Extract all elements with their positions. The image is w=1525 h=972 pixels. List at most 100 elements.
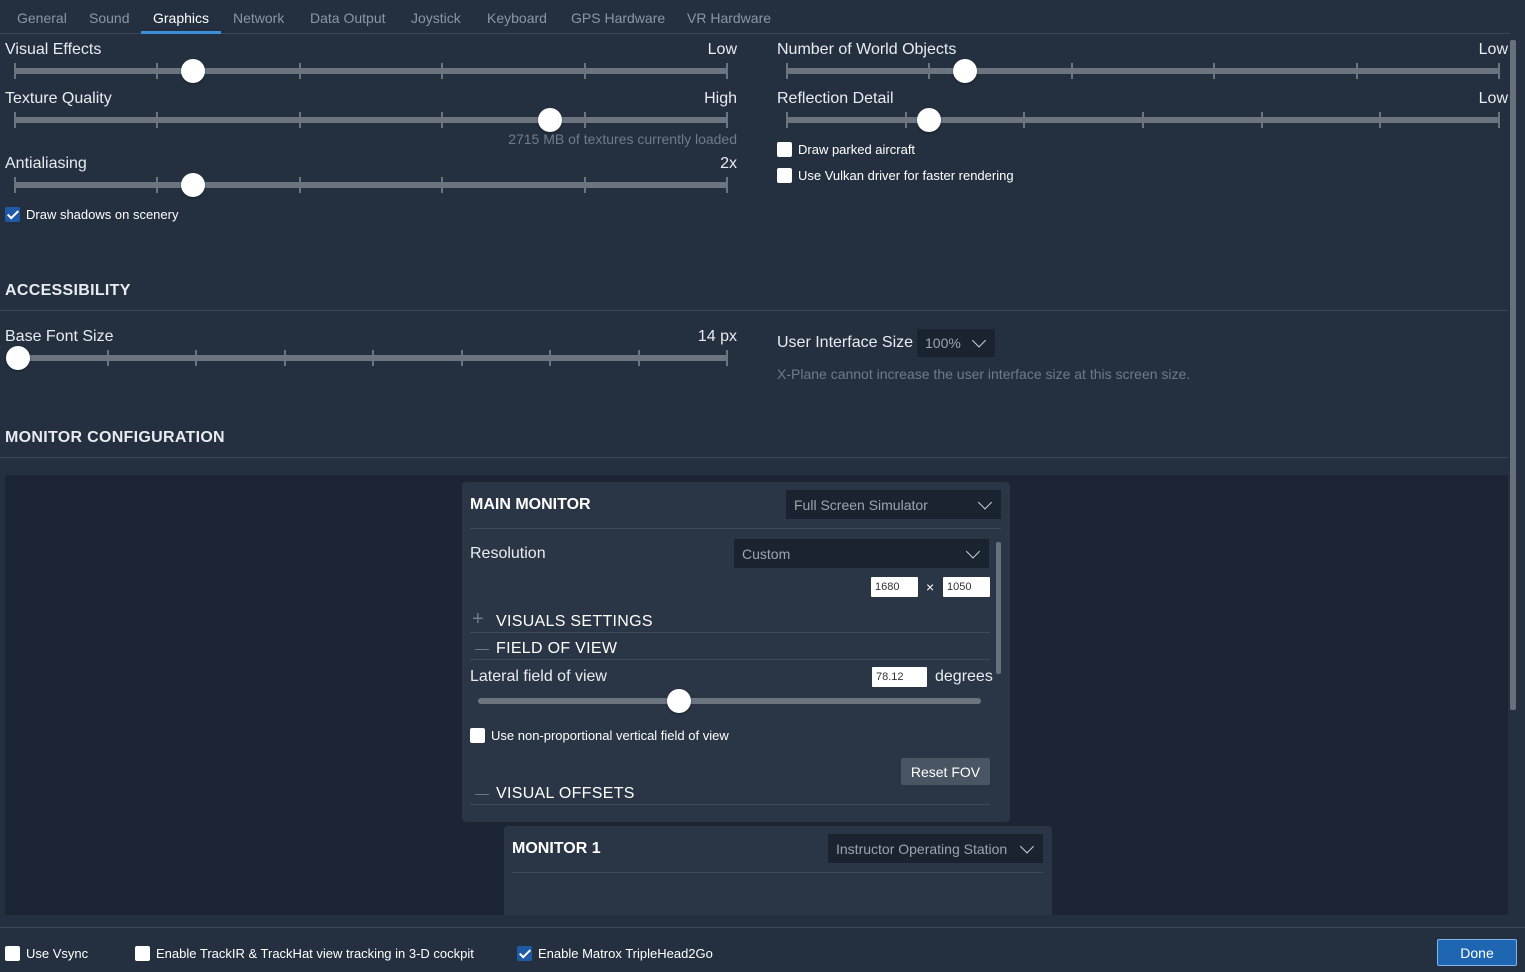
main-monitor-title: MAIN MONITOR [470,496,591,513]
world-objects-slider[interactable] [786,59,1500,83]
antialiasing-slider[interactable] [14,173,728,197]
reflection-detail-slider[interactable] [786,108,1500,132]
panel-divider [470,632,990,633]
collapse-minus-icon[interactable]: — [475,785,489,801]
visuals-settings-heading[interactable]: VISUALS SETTINGS [496,613,653,631]
slider-tick [726,112,728,128]
slider-track [14,182,728,188]
ui-size-dropdown[interactable]: 100% [917,329,995,357]
lateral-fov-slider[interactable] [478,689,981,713]
lateral-fov-input[interactable]: 78.12 [872,667,927,687]
slider-knob[interactable] [952,59,977,83]
slider-tick [726,177,728,193]
panel-divider [512,872,1043,873]
slider-knob[interactable] [180,59,205,83]
monitor-1-panel[interactable]: MONITOR 1 Instructor Operating Station [504,826,1052,915]
antialiasing-label: Antialiasing [5,155,87,172]
checkbox-unchecked-icon[interactable] [470,727,485,743]
resolution-width-input[interactable]: 1680 [871,577,918,597]
chevron-down-icon [977,494,993,510]
panel-scrollbar[interactable] [996,542,1001,674]
draw-shadows-checkbox[interactable]: Draw shadows on scenery [5,206,178,222]
draw-shadows-label: Draw shadows on scenery [26,206,179,222]
slider-tick [441,112,443,128]
slider-tick [156,112,158,128]
monitor-1-title: MONITOR 1 [512,840,601,857]
matrox-checkbox[interactable]: Enable Matrox TripleHead2Go [517,945,713,961]
slider-tick [156,63,158,79]
tab-vr-hardware[interactable]: VR Hardware [687,10,771,26]
slider-tick [299,112,301,128]
slider-knob[interactable] [180,173,205,197]
checkbox-checked-icon[interactable] [517,945,532,961]
tab-network[interactable]: Network [233,10,284,26]
panel-divider [470,528,1001,529]
page-scrollbar[interactable] [1510,40,1516,710]
chevron-down-icon [1019,838,1035,854]
checkbox-unchecked-icon[interactable] [777,141,792,157]
slider-tick [1356,63,1358,79]
main-monitor-panel[interactable]: MAIN MONITOR Full Screen Simulator Resol… [462,482,1010,822]
monitor-1-mode-dropdown[interactable]: Instructor Operating Station [828,834,1043,863]
main-monitor-mode-dropdown[interactable]: Full Screen Simulator [786,490,1001,519]
accessibility-divider [0,310,1508,311]
slider-tick [905,112,907,128]
slider-tick [1379,112,1381,128]
slider-tick [928,63,930,79]
resolution-dropdown[interactable]: Custom [734,539,989,568]
slider-knob[interactable] [6,346,30,370]
texture-quality-slider[interactable] [14,108,728,132]
expand-plus-icon[interactable]: + [472,609,484,629]
vsync-checkbox[interactable]: Use Vsync [5,945,88,961]
tab-keyboard[interactable]: Keyboard [487,10,547,26]
checkbox-unchecked-icon[interactable] [5,945,20,961]
slider-tick [461,350,463,366]
slider-tick [1071,63,1073,79]
checkbox-checked-icon[interactable] [5,206,20,222]
reflection-detail-label: Reflection Detail [777,90,894,107]
slider-tick [1261,112,1263,128]
done-button[interactable]: Done [1437,939,1517,966]
slider-tick [584,112,586,128]
tab-joystick[interactable]: Joystick [411,10,461,26]
slider-tick [1023,112,1025,128]
slider-tick [299,177,301,193]
tab-gps-hardware[interactable]: GPS Hardware [571,10,665,26]
slider-knob[interactable] [667,689,692,713]
tab-general[interactable]: General [17,10,67,26]
slider-knob[interactable] [537,108,562,132]
slider-tick [372,350,374,366]
field-of-view-heading[interactable]: FIELD OF VIEW [496,640,617,658]
visual-effects-label: Visual Effects [5,41,102,58]
slider-tick [1213,63,1215,79]
base-font-size-label: Base Font Size [5,328,114,345]
base-font-size-value: 14 px [697,328,737,345]
slider-tick [14,63,16,79]
tab-graphics[interactable]: Graphics [153,10,209,26]
base-font-size-slider[interactable] [6,346,728,370]
slider-track [14,117,728,123]
slider-tick [584,63,586,79]
chevron-down-icon [965,543,981,559]
visual-offsets-heading[interactable]: VISUAL OFFSETS [496,785,635,803]
resolution-height-input[interactable]: 1050 [943,577,990,597]
ui-size-note: X-Plane cannot increase the user interfa… [777,366,1191,382]
visual-effects-slider[interactable] [14,59,728,83]
checkbox-unchecked-icon[interactable] [777,167,792,183]
resolution-value: Custom [742,545,791,562]
monitor-1-mode-value: Instructor Operating Station [836,840,1008,857]
vulkan-checkbox[interactable]: Use Vulkan driver for faster rendering [777,167,1014,183]
monitor-layout-area: MAIN MONITOR Full Screen Simulator Resol… [5,475,1508,915]
trackir-checkbox[interactable]: Enable TrackIR & TrackHat view tracking … [135,945,474,961]
reset-fov-button[interactable]: Reset FOV [901,758,990,785]
non-proportional-fov-checkbox[interactable]: Use non-proportional vertical field of v… [470,727,729,743]
tab-data-output[interactable]: Data Output [310,10,386,26]
collapse-minus-icon[interactable]: — [475,640,489,656]
visual-effects-value: Low [707,41,737,58]
slider-knob[interactable] [916,108,941,132]
tab-sound[interactable]: Sound [89,10,129,26]
slider-track [478,698,981,704]
draw-parked-aircraft-checkbox[interactable]: Draw parked aircraft [777,141,915,157]
slider-tick [284,350,286,366]
checkbox-unchecked-icon[interactable] [135,945,150,961]
